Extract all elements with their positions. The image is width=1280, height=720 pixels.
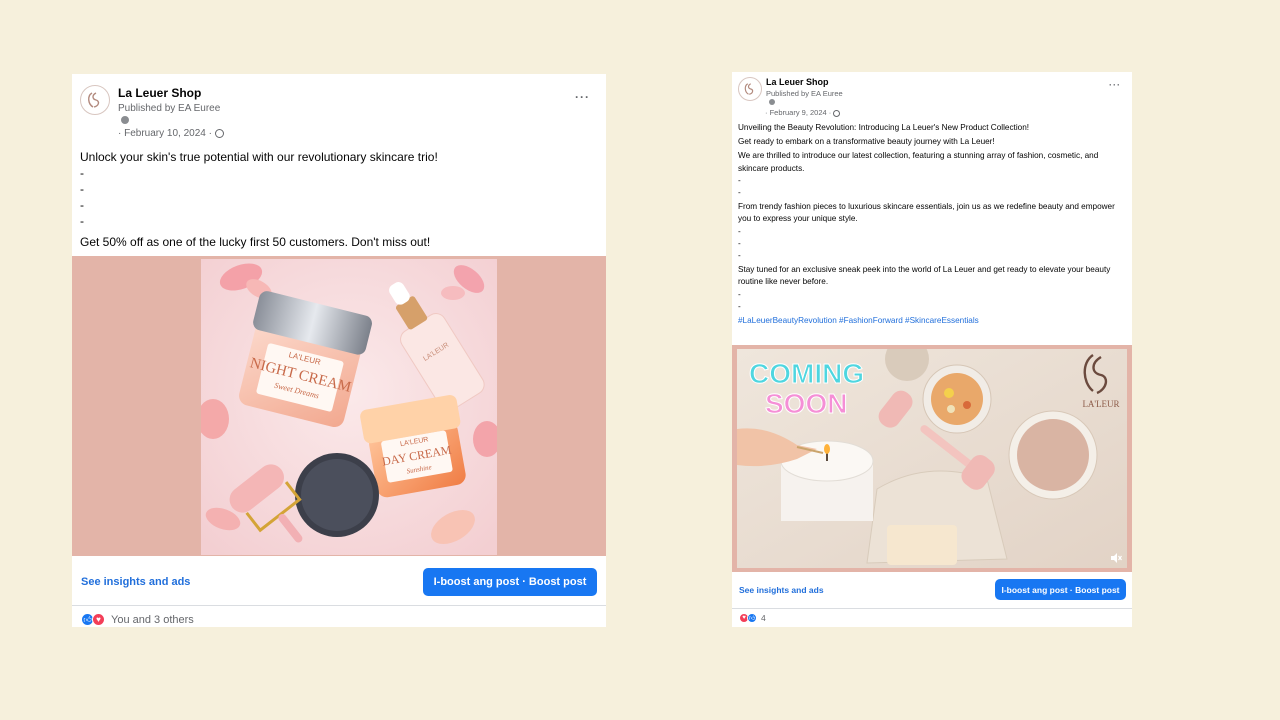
coming-text: COMING: [749, 358, 864, 389]
publisher-avatar-icon: [769, 99, 775, 105]
publisher-avatar-icon: [121, 116, 129, 124]
mute-icon[interactable]: [1110, 552, 1122, 564]
page-avatar[interactable]: [80, 85, 110, 115]
page-avatar[interactable]: [738, 77, 762, 101]
dash-line: -: [738, 226, 741, 236]
see-insights-link[interactable]: See insights and ads: [739, 585, 824, 595]
post-date-text[interactable]: · February 10, 2024 ·: [118, 128, 212, 139]
video-brand: LA'LEUR: [1082, 399, 1119, 409]
page-name[interactable]: La Leuer Shop: [118, 86, 201, 100]
dash-line: -: [80, 198, 84, 212]
post-date[interactable]: · February 9, 2024 ·: [765, 108, 841, 117]
dash-line: -: [738, 238, 741, 248]
dash-line: -: [80, 214, 84, 228]
post-video[interactable]: COMING SOON LA'LEUR: [732, 345, 1132, 572]
globe-icon: [214, 128, 224, 138]
page-name[interactable]: La Leuer Shop: [766, 77, 829, 87]
post-date[interactable]: · February 10, 2024 ·: [118, 128, 224, 139]
footer-divider: [72, 605, 606, 606]
dash-line: -: [738, 188, 741, 198]
reaction-count[interactable]: 4: [761, 613, 766, 623]
soon-text: SOON: [765, 388, 847, 419]
more-icon[interactable]: ···: [575, 90, 590, 104]
post-card-1: La Leuer Shop Published by EA Euree · Fe…: [72, 74, 606, 627]
dash-line: -: [738, 251, 741, 261]
brand-logo-icon: [88, 92, 100, 108]
footer-divider: [732, 608, 1132, 609]
globe-icon: [833, 109, 841, 117]
love-icon: ♥: [92, 613, 105, 626]
like-icon: 👍︎: [747, 613, 757, 623]
body-line: We are thrilled to introduce our latest …: [738, 151, 1099, 173]
dash-line: -: [738, 175, 741, 185]
published-by: Published by EA Euree: [118, 103, 221, 114]
skincare-product-photo: LA'LEUR NIGHT CREAM Sweet Dreams LA'LEUR…: [201, 259, 497, 555]
body-line: Stay tuned for an exclusive sneak peek i…: [738, 265, 1111, 287]
see-insights-link[interactable]: See insights and ads: [81, 576, 190, 588]
boost-post-button[interactable]: I-boost ang post · Boost post: [995, 579, 1126, 600]
reaction-count[interactable]: You and 3 others: [111, 614, 194, 626]
post-headline: Unlock your skin's true potential with o…: [80, 150, 438, 164]
hashtags-link[interactable]: #LaLeuerBeautyRevolution #FashionForward…: [738, 315, 1120, 327]
dash-line: -: [738, 289, 741, 299]
post-body: Unveiling the Beauty Revolution: Introdu…: [738, 122, 1120, 327]
post-body: Unlock your skin's true potential with o…: [80, 149, 595, 250]
post-date-text[interactable]: · February 9, 2024 ·: [765, 108, 831, 117]
brand-logo-icon: [744, 83, 754, 95]
published-by: Published by EA Euree: [766, 89, 843, 98]
coming-soon-video-frame: COMING SOON LA'LEUR: [737, 349, 1127, 568]
reaction-summary[interactable]: ♥ 👍︎ 4: [739, 613, 766, 623]
body-line: From trendy fashion pieces to luxurious …: [738, 202, 1115, 224]
post-card-2: La Leuer Shop Published by EA Euree · Fe…: [732, 72, 1132, 627]
boost-post-button[interactable]: I-boost ang post · Boost post: [423, 568, 597, 596]
post-image[interactable]: LA'LEUR NIGHT CREAM Sweet Dreams LA'LEUR…: [72, 256, 606, 556]
body-line: Unveiling the Beauty Revolution: Introdu…: [738, 123, 1030, 132]
dash-line: -: [80, 182, 84, 196]
body-line: Get ready to embark on a transformative …: [738, 137, 995, 147]
dash-line: -: [80, 166, 84, 180]
post-offer: Get 50% off as one of the lucky first 50…: [80, 235, 431, 249]
more-icon[interactable]: ···: [1109, 80, 1121, 90]
dash-line: -: [738, 301, 741, 311]
reaction-summary[interactable]: 👍︎ ♥ You and 3 others: [81, 613, 194, 626]
